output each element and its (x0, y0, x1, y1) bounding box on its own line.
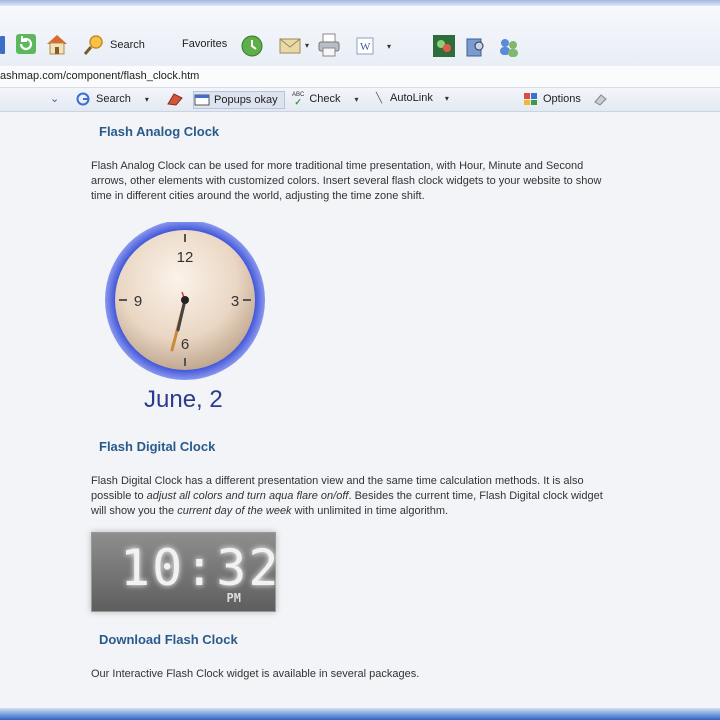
autolink-label: AutoLink (390, 92, 433, 104)
google-search-button[interactable]: Search ▾ (76, 92, 149, 106)
options-button[interactable]: Options (523, 92, 581, 106)
word-icon: W (356, 37, 374, 55)
history-icon (241, 35, 263, 57)
popup-blocker-icon (194, 94, 210, 106)
main-toolbar: Search Favorites ▾ W ▾ (0, 6, 720, 66)
chevron-down-icon: ▾ (354, 94, 359, 104)
chevron-down-icon: ⌄ (50, 93, 60, 105)
address-bar[interactable]: ashmap.com/component/flash_clock.htm (0, 66, 720, 88)
digital-desc-emphasis1: adjust all colors and turn aqua flare on… (146, 490, 349, 502)
download-heading: Download Flash Clock (99, 632, 238, 647)
messenger-button[interactable] (432, 34, 456, 58)
svg-text:W: W (360, 41, 371, 53)
chevron-down-icon: ▾ (144, 94, 149, 104)
research-button[interactable] (464, 36, 486, 58)
search-icon (83, 35, 103, 55)
favorites-button[interactable]: Favorites (182, 38, 227, 50)
digital-clock-widget: 10:32 PM (91, 532, 279, 612)
analog-clock-description: Flash Analog Clock can be used for more … (91, 160, 602, 202)
clock-numeral-12: 12 (177, 249, 194, 266)
links-toolbar: ⌄ Search ▾ Popups okay ABC ✓ Check ▾ ╲ A… (0, 88, 720, 112)
popups-label: Popups okay (214, 94, 278, 106)
spell-check-button[interactable]: ABC ✓ Check ▾ (292, 92, 359, 107)
contacts-button[interactable] (496, 36, 522, 58)
home-button[interactable] (44, 32, 70, 56)
eraser-button[interactable] (592, 92, 608, 106)
back-button[interactable] (0, 34, 6, 56)
autolink-button[interactable]: ╲ AutoLink ▾ (376, 92, 449, 104)
refresh-icon (16, 34, 36, 54)
google-search-label: Search (96, 93, 131, 105)
clock-numeral-6: 6 (181, 336, 189, 353)
search-dropdown-button[interactable]: ⌄ (50, 92, 59, 105)
refresh-button[interactable] (14, 32, 38, 56)
clock-date: June, 2 (144, 386, 223, 413)
printer-icon (318, 33, 340, 57)
messenger-icon (433, 35, 455, 57)
digital-clock-ampm: PM (226, 591, 241, 605)
mail-button[interactable]: ▾ (278, 34, 309, 56)
eraser-icon (594, 94, 607, 106)
window-bottom-edge (0, 708, 720, 720)
home-icon (47, 35, 67, 55)
digital-desc-emphasis2: current day of the week (177, 505, 292, 517)
popup-blocker-button[interactable]: Popups okay (193, 91, 285, 109)
check-label: Check (309, 93, 341, 105)
mail-icon (279, 38, 301, 54)
analog-clock-heading: Flash Analog Clock (99, 124, 220, 139)
wand-icon: ╲ (376, 92, 383, 104)
clock-center-pin (181, 296, 189, 304)
abc-check-icon: ABC ✓ (292, 92, 305, 107)
favorites-label: Favorites (182, 38, 228, 50)
edit-button[interactable]: W ▾ (355, 36, 391, 56)
research-icon (466, 38, 484, 57)
digital-desc-part3: with unlimited in time algorithm. (291, 505, 449, 517)
clock-numeral-3: 3 (231, 293, 239, 310)
digital-clock-time: 10:32 (120, 539, 281, 597)
print-button[interactable] (316, 32, 342, 58)
search-button[interactable]: Search (82, 34, 145, 56)
address-url: ashmap.com/component/flash_clock.htm (0, 70, 200, 82)
analog-clock-widget: 12 3 6 9 (105, 222, 265, 380)
pagerank-icon (167, 93, 183, 106)
options-label: Options (543, 93, 581, 105)
search-label: Search (110, 39, 145, 51)
chevron-down-icon: ▾ (387, 41, 392, 51)
options-icon (524, 93, 537, 105)
pagerank-button[interactable] (166, 92, 184, 106)
download-description: Our Interactive Flash Clock widget is av… (91, 668, 420, 680)
digital-clock-heading: Flash Digital Clock (99, 439, 216, 454)
google-g-icon (76, 92, 90, 106)
chevron-down-icon: ▾ (305, 40, 310, 50)
history-button[interactable] (239, 34, 265, 58)
digital-clock-description: Flash Digital Clock has a different pres… (91, 474, 611, 519)
clock-numeral-9: 9 (134, 293, 142, 310)
contacts-icon (500, 39, 518, 57)
chevron-down-icon: ▾ (444, 93, 449, 103)
